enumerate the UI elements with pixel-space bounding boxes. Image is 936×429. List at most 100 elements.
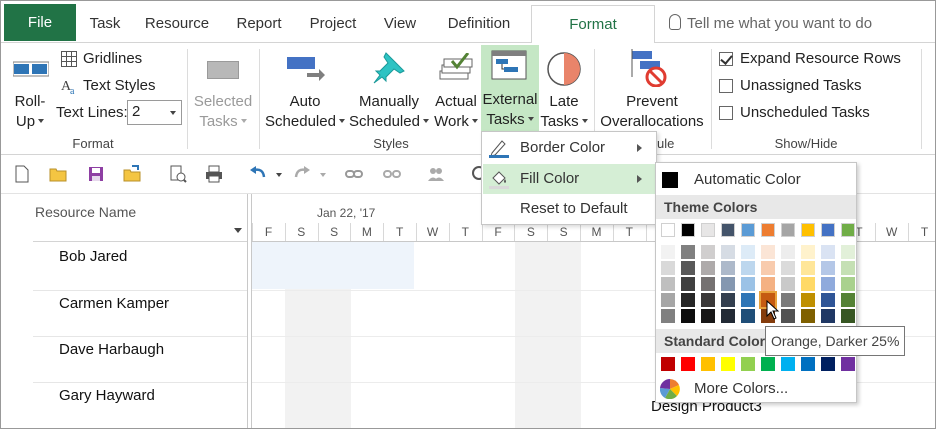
theme-shade-swatch[interactable] bbox=[801, 245, 815, 259]
tell-me-box[interactable]: Tell me what you want to do bbox=[669, 5, 872, 42]
theme-shade-swatch[interactable] bbox=[801, 277, 815, 291]
theme-color-swatch[interactable] bbox=[661, 223, 675, 237]
theme-color-swatch[interactable] bbox=[741, 223, 755, 237]
actual-work-button[interactable]: Actual Work bbox=[431, 49, 481, 133]
theme-shade-swatch[interactable] bbox=[701, 293, 715, 307]
new-document-icon[interactable] bbox=[13, 165, 31, 183]
theme-shade-swatch[interactable] bbox=[661, 245, 675, 259]
theme-shade-swatch[interactable] bbox=[821, 309, 835, 323]
resource-name-cell[interactable]: Carmen Kamper bbox=[59, 295, 169, 312]
theme-shade-swatch[interactable] bbox=[761, 261, 775, 275]
theme-shade-swatch[interactable] bbox=[841, 293, 855, 307]
theme-shade-swatch[interactable] bbox=[801, 293, 815, 307]
theme-shade-swatch[interactable] bbox=[661, 293, 675, 307]
theme-shade-swatch[interactable] bbox=[721, 309, 735, 323]
folder-arrow-icon[interactable] bbox=[123, 165, 141, 183]
theme-shade-swatch[interactable] bbox=[821, 293, 835, 307]
menu-item-border-color[interactable]: Border Color bbox=[483, 133, 656, 163]
theme-shade-swatch[interactable] bbox=[781, 277, 795, 291]
theme-color-swatch[interactable] bbox=[701, 223, 715, 237]
theme-shade-swatch[interactable] bbox=[681, 277, 695, 291]
undo-icon[interactable] bbox=[249, 165, 267, 183]
external-tasks-button[interactable]: External Tasks bbox=[481, 45, 539, 131]
theme-shade-swatch[interactable] bbox=[661, 309, 675, 323]
theme-color-swatch[interactable] bbox=[781, 223, 795, 237]
print-preview-icon[interactable] bbox=[169, 165, 187, 183]
theme-shade-swatch[interactable] bbox=[721, 245, 735, 259]
chevron-down-icon[interactable] bbox=[276, 173, 282, 177]
theme-color-swatch[interactable] bbox=[801, 223, 815, 237]
menu-item-fill-color[interactable]: Fill Color bbox=[483, 164, 656, 194]
unscheduled-tasks-checkbox[interactable]: Unscheduled Tasks bbox=[719, 103, 909, 125]
theme-shade-swatch[interactable] bbox=[741, 293, 755, 307]
tab-resource[interactable]: Resource bbox=[139, 5, 215, 42]
automatic-color-option[interactable]: Automatic Color bbox=[656, 166, 856, 194]
theme-shade-swatch[interactable] bbox=[821, 245, 835, 259]
theme-shade-swatch[interactable] bbox=[841, 277, 855, 291]
theme-shade-swatch[interactable] bbox=[741, 261, 755, 275]
theme-shade-swatch[interactable] bbox=[741, 309, 755, 323]
column-filter-icon[interactable] bbox=[234, 228, 242, 233]
save-icon[interactable] bbox=[87, 165, 105, 183]
tab-task[interactable]: Task bbox=[81, 5, 129, 42]
expand-resource-rows-checkbox[interactable]: Expand Resource Rows bbox=[719, 49, 909, 71]
theme-shade-swatch[interactable] bbox=[681, 245, 695, 259]
theme-shade-swatch[interactable] bbox=[781, 293, 795, 307]
theme-shade-swatch[interactable] bbox=[721, 261, 735, 275]
theme-shade-swatch[interactable] bbox=[761, 245, 775, 259]
theme-shade-swatch[interactable] bbox=[761, 277, 775, 291]
theme-shade-swatch[interactable] bbox=[701, 277, 715, 291]
auto-scheduled-button[interactable]: Auto Scheduled bbox=[263, 49, 347, 133]
theme-shade-swatch[interactable] bbox=[721, 277, 735, 291]
standard-color-swatch[interactable] bbox=[841, 357, 855, 371]
theme-shade-swatch[interactable] bbox=[681, 261, 695, 275]
standard-color-swatch[interactable] bbox=[801, 357, 815, 371]
theme-color-swatch[interactable] bbox=[681, 223, 695, 237]
manually-scheduled-button[interactable]: Manually Scheduled bbox=[347, 49, 431, 133]
standard-color-swatch[interactable] bbox=[781, 357, 795, 371]
more-colors-option[interactable]: More Colors... bbox=[656, 376, 856, 402]
theme-shade-swatch[interactable] bbox=[661, 277, 675, 291]
theme-shade-swatch[interactable] bbox=[781, 309, 795, 323]
tab-view[interactable]: View bbox=[375, 5, 425, 42]
standard-color-swatch[interactable] bbox=[681, 357, 695, 371]
resource-name-cell[interactable]: Dave Harbaugh bbox=[59, 341, 164, 358]
theme-shade-swatch[interactable] bbox=[701, 245, 715, 259]
tab-format[interactable]: Format bbox=[531, 5, 655, 44]
theme-shade-swatch[interactable] bbox=[821, 261, 835, 275]
standard-color-swatch[interactable] bbox=[721, 357, 735, 371]
theme-shade-swatch[interactable] bbox=[661, 261, 675, 275]
theme-shade-swatch[interactable] bbox=[741, 277, 755, 291]
theme-color-swatch[interactable] bbox=[721, 223, 735, 237]
resource-name-cell[interactable]: Bob Jared bbox=[59, 248, 127, 265]
text-lines-select[interactable]: 2 bbox=[127, 100, 182, 125]
theme-shade-swatch[interactable] bbox=[821, 277, 835, 291]
theme-color-swatch[interactable] bbox=[841, 223, 855, 237]
theme-color-swatch[interactable] bbox=[761, 223, 775, 237]
theme-shade-swatch[interactable] bbox=[841, 309, 855, 323]
theme-shade-swatch[interactable] bbox=[801, 261, 815, 275]
theme-shade-swatch[interactable] bbox=[701, 309, 715, 323]
theme-shade-swatch[interactable] bbox=[841, 245, 855, 259]
late-tasks-button[interactable]: Late Tasks bbox=[539, 49, 589, 133]
theme-shade-swatch[interactable] bbox=[781, 261, 795, 275]
print-icon[interactable] bbox=[205, 165, 223, 183]
gridlines-button[interactable]: Gridlines bbox=[59, 49, 169, 71]
standard-color-swatch[interactable] bbox=[761, 357, 775, 371]
theme-shade-swatch[interactable] bbox=[781, 245, 795, 259]
tab-definition[interactable]: Definition bbox=[435, 5, 523, 42]
unassigned-tasks-checkbox[interactable]: Unassigned Tasks bbox=[719, 76, 909, 98]
theme-shade-swatch[interactable] bbox=[681, 309, 695, 323]
prevent-overallocations-button[interactable]: Prevent Overallocations bbox=[598, 49, 706, 133]
theme-shade-swatch[interactable] bbox=[721, 293, 735, 307]
standard-color-swatch[interactable] bbox=[701, 357, 715, 371]
resource-name-cell[interactable]: Gary Hayward bbox=[59, 387, 155, 404]
theme-shade-swatch[interactable] bbox=[701, 261, 715, 275]
standard-color-swatch[interactable] bbox=[821, 357, 835, 371]
theme-shade-swatch[interactable] bbox=[841, 261, 855, 275]
tab-file[interactable]: File bbox=[4, 4, 76, 41]
theme-color-swatch[interactable] bbox=[821, 223, 835, 237]
theme-shade-swatch[interactable] bbox=[741, 245, 755, 259]
menu-item-reset-to-default[interactable]: Reset to Default bbox=[483, 194, 656, 224]
standard-color-swatch[interactable] bbox=[741, 357, 755, 371]
